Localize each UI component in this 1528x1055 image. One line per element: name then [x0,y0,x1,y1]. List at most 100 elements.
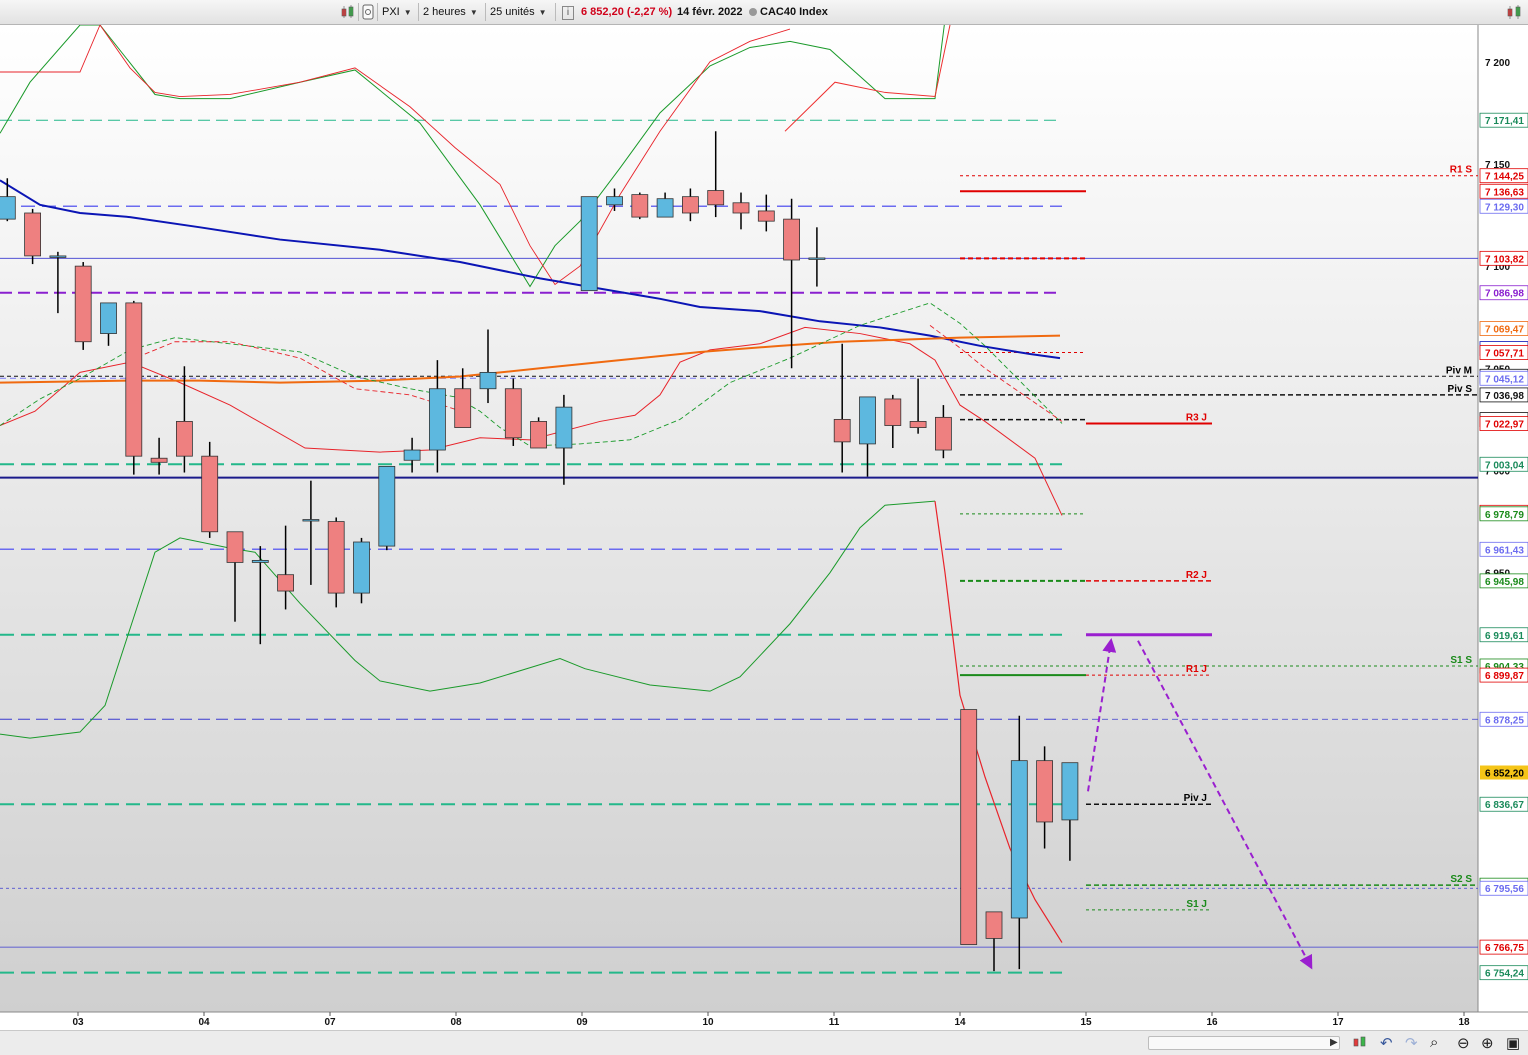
zoom-out-icon[interactable]: ⊖ [1457,1034,1470,1052]
candle-body-bull [656,198,674,218]
level-tag-label: 7 045,12 [1485,374,1524,385]
candle-body-bull [378,465,396,547]
pivot-label: R2 J [1186,570,1207,581]
x-tick-label: 03 [72,1017,84,1028]
level-tag-label: 7 003,04 [1485,460,1524,471]
level-tag-label: 6 899,87 [1485,671,1524,682]
horizontal-scrollbar[interactable] [1148,1036,1340,1050]
level-tag: 6 961,43 [1479,541,1528,557]
x-tick-label: 10 [702,1017,714,1028]
candle-body-bear [150,457,168,463]
level-tag: 6 945,98 [1479,573,1528,589]
level-tag-label: 6 766,75 [1485,943,1524,954]
x-tick-label: 08 [450,1017,462,1028]
chart-type-icon[interactable] [340,5,356,19]
zoom-in-icon[interactable]: ⊕ [1481,1034,1494,1052]
candle-body-bear [985,911,1003,939]
level-tag-label: 7 171,41 [1485,116,1524,127]
scroll-right-icon[interactable]: ▶ [1330,1037,1338,1048]
level-tag-label: 7 103,82 [1485,254,1524,265]
x-tick-label: 18 [1458,1017,1470,1028]
level-tag: 6 919,61 [1479,627,1528,643]
undo-icon[interactable]: ↶ [1380,1034,1393,1052]
level-tag: 6 795,56 [1479,880,1528,896]
candle [24,208,42,265]
level-tag-label: 6 945,98 [1485,577,1524,588]
candle-body-bear [277,574,295,592]
level-tag: 7 069,47 [1479,321,1528,336]
level-tag: 7 129,30 [1479,198,1528,214]
candle-body-bear [631,194,649,218]
candle [378,465,396,551]
candle-body-bull [428,388,446,451]
candle-body-bear [1036,760,1053,823]
candle-body-bull [403,449,421,461]
candle-body-bear [935,416,952,451]
candle-body-bull [302,519,320,522]
candle-body-bear [783,218,800,261]
x-tick-label: 04 [198,1017,210,1028]
pivot-label: R3 J [1186,413,1207,424]
level-tag: 7 136,63 [1479,183,1528,199]
level-tag: 7 144,25 [1479,168,1528,184]
level-tag: 6 899,87 [1479,667,1528,683]
quote-date: 14 févr. 2022 [677,6,743,18]
candle-body-bear [833,418,851,443]
pivot-label: Piv J [1184,793,1207,804]
candle-body-bear [226,531,244,563]
candle [580,196,598,292]
x-tick-label: 11 [829,1017,840,1028]
candle-body-bear [960,709,978,945]
pivot-label: S1 S [1450,655,1472,666]
level-tag: 6 852,20 [1480,765,1528,780]
timeframe-selector[interactable]: 2 heures ▼ [423,0,478,24]
candle-body-bear [74,265,92,343]
level-tag-label: 7 022,97 [1485,420,1524,431]
candle-body-bear [327,521,345,594]
level-tag-label: 7 036,98 [1485,391,1524,402]
x-tick-label: 17 [1332,1017,1344,1028]
candle-body-bear [884,398,902,426]
level-tag-label: 6 978,79 [1485,510,1524,521]
price-chart[interactable]: 7 2007 1507 1007 0507 0006 9507 171,417 … [0,25,1528,1030]
candle-body-bear [707,190,725,206]
candle [960,709,978,945]
zoom-fit-icon[interactable]: ⌕ [1430,1034,1438,1051]
chart-type-icon-bottom[interactable] [1352,1035,1368,1053]
info-icon[interactable]: i [562,6,574,20]
pivot-label: S1 J [1186,899,1207,910]
level-tag-label: 6 754,24 [1485,969,1524,980]
level-tag-label: 6 919,61 [1485,631,1524,642]
last-price-change: 6 852,20 (-2,27 %) [581,6,673,18]
candle [530,417,547,449]
level-tag: 7 171,41 [1479,112,1528,128]
candle [201,441,219,538]
candle [631,192,649,220]
candle [125,300,143,475]
candle-body-bull [808,257,826,260]
level-tag-label: 6 852,20 [1485,769,1524,780]
timeframe-label: 2 heures [423,6,466,18]
candle-body-bear [175,421,193,457]
symbol-selector[interactable]: PXI ▼ [382,0,412,24]
level-tag-label: 7 129,30 [1485,202,1524,213]
fullscreen-icon[interactable]: ▣ [1506,1034,1520,1052]
candle-body-bull [1061,762,1079,821]
pivot-label: R1 S [1450,165,1473,176]
candle-body-bull [859,396,876,445]
level-tag: 7 057,71 [1479,345,1528,360]
candle-body-bear [757,210,775,222]
toolbar: PXI ▼ 2 heures ▼ 25 unités ▼ i 6 852,20 (-2… [0,0,1528,25]
level-tag: 6 754,24 [1479,965,1528,981]
y-tick-label: 7 200 [1485,58,1510,69]
units-selector[interactable]: 25 unités ▼ [490,0,547,24]
x-tick-label: 16 [1206,1017,1218,1028]
status-dot-icon [749,8,757,16]
x-tick-label: 15 [1080,1017,1092,1028]
settings-icon[interactable] [362,4,374,20]
level-tag-label: 7 144,25 [1485,172,1524,183]
level-tag-label: 7 136,63 [1485,187,1524,198]
redo-icon[interactable]: ↷ [1405,1034,1418,1052]
chart-toggle-icon[interactable] [1506,4,1524,20]
symbol-label: PXI [382,6,400,18]
